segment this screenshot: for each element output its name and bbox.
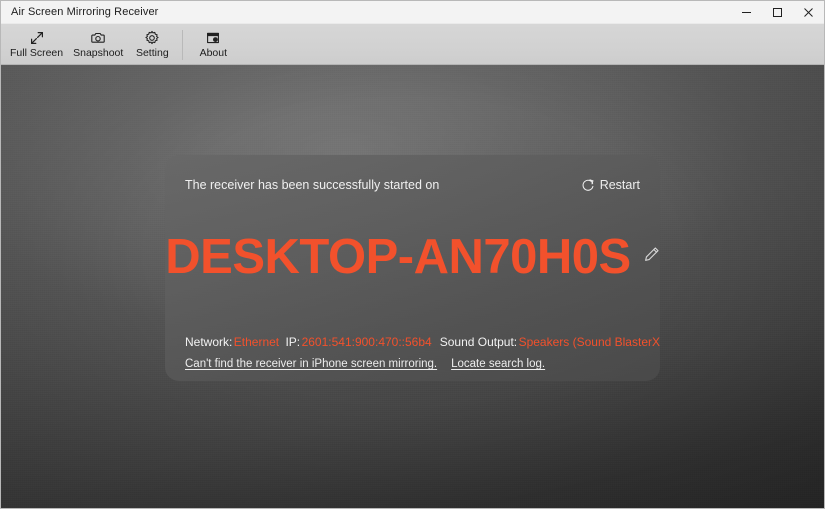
minimize-button[interactable] [731,1,762,24]
gear-icon [144,29,160,46]
device-name: DESKTOP-AN70H0S [165,230,631,284]
fullscreen-arrow-icon [29,29,45,46]
ip-value: 2601:541:900:470::56b4 [301,335,432,349]
window-title: Air Screen Mirroring Receiver [11,6,159,18]
toolbar-item-label: Full Screen [10,47,64,59]
camera-icon [90,29,106,46]
window-controls [731,1,824,24]
close-icon [803,7,814,18]
device-name-row: DESKTOP-AN70H0S [165,233,660,282]
network-label: Network: [185,335,233,349]
restart-button[interactable]: Restart [581,178,640,192]
toolbar-item-label: Setting [135,47,169,59]
maximize-icon [772,7,783,18]
close-button[interactable] [793,1,824,24]
app-window: Air Screen Mirroring Receiver Full Scree… [0,0,825,509]
ip-label: IP: [285,335,301,349]
maximize-button[interactable] [762,1,793,24]
restart-label: Restart [599,178,640,192]
sound-output-value: Speakers (Sound BlasterX [518,335,660,349]
toolbar-item-label: Snapshoot [73,47,124,59]
toolbar-item-label: About [199,47,228,59]
link-cant-find-receiver[interactable]: Can't find the receiver in iPhone screen… [185,358,437,370]
sound-output-label: Sound Output: [439,335,518,349]
toolbar: Full Screen Snapshoot Setting About [1,24,824,65]
info-window-icon [205,29,221,46]
refresh-circle-icon [581,178,595,192]
connection-info-row: Network: Ethernet IP: 2601:541:900:470::… [185,335,660,349]
minimize-icon [741,7,752,18]
receiver-stage: The receiver has been successfully start… [1,65,824,508]
title-bar: Air Screen Mirroring Receiver [1,1,824,24]
network-value: Ethernet [233,335,280,349]
toolbar-separator [182,30,184,60]
toolbar-item-snapshoot[interactable]: Snapshoot [68,27,128,63]
receiver-status-text: The receiver has been successfully start… [185,178,440,192]
receiver-status-card: The receiver has been successfully start… [165,155,660,381]
edit-device-name-button[interactable] [643,246,660,270]
pencil-icon [643,246,660,268]
link-locate-search-log[interactable]: Locate search log. [451,358,545,370]
toolbar-item-setting[interactable]: Setting [128,27,176,63]
card-links-row: Can't find the receiver in iPhone screen… [185,358,640,370]
toolbar-item-about[interactable]: About [189,27,237,63]
toolbar-item-full-screen[interactable]: Full Screen [5,27,68,63]
card-header: The receiver has been successfully start… [185,178,640,192]
